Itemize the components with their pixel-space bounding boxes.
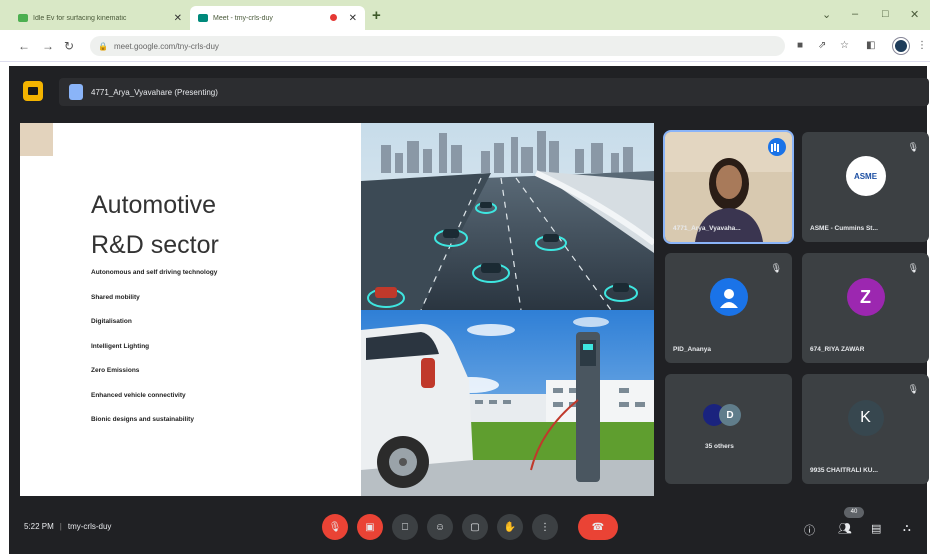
participant-tile-chaitrali[interactable]: 🎙︎ K 9935 CHAITRALI KU... — [802, 374, 929, 484]
maximize-button[interactable]: □ — [882, 8, 889, 20]
avatar: K — [847, 400, 884, 436]
meet-logo-icon — [23, 81, 43, 101]
asme-logo: ASME — [845, 156, 886, 196]
emoji-button[interactable]: ☺ — [427, 514, 453, 540]
slide-bullet: Enhanced vehicle connectivity — [91, 391, 186, 399]
participant-name: 4771_Arya_Vyavaha... — [673, 225, 741, 232]
share-icon[interactable]: ⇗ — [818, 40, 826, 51]
leave-call-button[interactable]: ☎ — [578, 514, 618, 540]
camera-toggle-button[interactable]: ▣ — [357, 514, 383, 540]
url-text: meet.google.com/tny-crls-duy — [113, 41, 219, 51]
activities-icon[interactable]: ⛬ — [903, 522, 911, 535]
slide-bullet: Intelligent Lighting — [91, 342, 150, 350]
sidebar-icon[interactable]: ◧ — [866, 40, 875, 51]
clock-time: 5:22 PM — [24, 522, 54, 531]
hand-icon: ✋ — [503, 521, 517, 533]
slide-bullet: Shared mobility — [91, 293, 140, 301]
browser-toolbar: ← → ↻ 🔒 meet.google.com/tny-crls-duy ■ ⇗… — [0, 30, 930, 62]
captions-icon: ⎕ — [402, 521, 408, 533]
avatar: Z — [846, 278, 885, 316]
meet-header: 4771_Arya_Vyavahare (Presenting) — [9, 66, 929, 116]
tab-title: Idle Ev for surfacing kinematic — [33, 14, 127, 22]
mic-off-icon: 🎙︎ — [907, 263, 919, 273]
meeting-details-icon[interactable]: ⓘ — [804, 522, 815, 538]
slide-corner-block — [20, 123, 53, 156]
menu-dots-icon[interactable]: ⋮ — [917, 40, 927, 51]
slide-title-line-1: Automotive — [91, 191, 217, 219]
participant-tile-ananya[interactable]: 🎙︎ PID_Ananya — [665, 253, 792, 363]
participant-tile-presenter[interactable]: 4771_Arya_Vyavaha... — [663, 130, 794, 244]
raise-hand-button[interactable]: ✋ — [497, 514, 523, 540]
mic-off-icon: 🎙︎ — [770, 263, 782, 273]
present-screen-icon: ▢ — [470, 521, 480, 533]
meet-favicon-icon — [198, 14, 208, 22]
meet-control-bar: 5:22 PM | tmy-crls-duy 🎙︎ ▣ ⎕ ☺ ▢ ✋ ⋮ ☎ ⓘ … — [9, 504, 927, 554]
recording-dot-icon — [330, 14, 337, 21]
close-window-button[interactable]: ✕ — [910, 8, 919, 21]
captions-button[interactable]: ⎕ — [392, 514, 418, 540]
end-call-icon: ☎ — [591, 521, 605, 533]
tab-title: Meet - tmy-crls-duy — [213, 14, 273, 22]
slide-bullet: Bionic designs and sustainability — [91, 416, 194, 423]
asme-logo-text: ASME — [853, 171, 878, 181]
slide-title: Automotive R&D sector — [91, 185, 219, 265]
participant-tile-others[interactable]: D 35 others — [665, 374, 792, 484]
back-icon[interactable]: ← — [18, 39, 30, 53]
participant-name: 9935 CHAITRALI KU... — [810, 467, 878, 474]
more-vert-icon: ⋮ — [540, 521, 550, 533]
slide-bullet: Autonomous and self driving technology — [91, 269, 218, 276]
slide-bullet: Digitalisation — [91, 318, 132, 325]
lock-icon: 🔒 — [98, 41, 108, 51]
participant-name: 35 others — [705, 443, 734, 450]
chat-icon[interactable]: ▤ — [871, 522, 881, 535]
participant-name: PID_Ananya — [673, 346, 711, 353]
mic-toggle-button[interactable]: 🎙︎ — [322, 514, 348, 540]
participant-name: ASME - Cummins St... — [810, 225, 878, 232]
reload-icon[interactable]: ↻ — [64, 39, 74, 53]
minimize-button[interactable]: – — [852, 8, 858, 20]
browser-tab-1[interactable]: Idle Ev for surfacing kinematic ✕ — [10, 6, 190, 30]
presenter-label: 4771_Arya_Vyavahare (Presenting) — [91, 87, 218, 97]
close-tab-icon[interactable]: ✕ — [174, 13, 182, 24]
participant-count-badge: 40 — [844, 507, 864, 518]
participant-name: 674_RIYA ZAWAR — [810, 346, 865, 353]
emoji-icon: ☺ — [434, 521, 446, 533]
separator: | — [59, 522, 62, 531]
meeting-code: tmy-crls-duy — [67, 522, 112, 531]
others-avatar: D — [719, 404, 741, 426]
close-tab-icon[interactable]: ✕ — [349, 13, 357, 24]
meet-window: 4771_Arya_Vyavahare (Presenting) Automot… — [9, 66, 929, 554]
autonomous-highway-image — [361, 123, 654, 310]
camera-off-icon: ▣ — [365, 521, 375, 533]
address-bar[interactable]: 🔒 meet.google.com/tny-crls-duy — [90, 36, 785, 56]
mic-off-icon: 🎙︎ — [907, 142, 919, 152]
presentation-slide: Automotive R&D sector Autonomous and sel… — [20, 123, 361, 496]
ev-charging-image — [361, 310, 654, 496]
profile-avatar[interactable] — [892, 37, 910, 55]
participant-tile-asme[interactable]: 🎙︎ ASME ASME - Cummins St... — [802, 132, 929, 242]
bookmark-star-icon[interactable]: ☆ — [840, 40, 849, 51]
browser-tab-2[interactable]: Meet - tmy-crls-duy ✕ — [190, 6, 365, 30]
present-button[interactable]: ▢ — [462, 514, 488, 540]
presenter-banner: 4771_Arya_Vyavahare (Presenting) — [59, 78, 929, 106]
forward-icon[interactable]: → — [42, 39, 54, 53]
speaking-indicator-icon — [768, 138, 786, 156]
presenter-icon — [69, 84, 83, 100]
default-person-icon — [709, 278, 748, 316]
tab-favicon-icon — [18, 14, 28, 22]
new-tab-button[interactable]: + — [372, 7, 381, 24]
browser-tab-strip: Idle Ev for surfacing kinematic ✕ Meet -… — [0, 0, 930, 30]
slide-title-line-2: R&D sector — [91, 231, 219, 259]
more-options-button[interactable]: ⋮ — [532, 514, 558, 540]
camera-icon[interactable]: ■ — [797, 40, 803, 51]
slide-bullet-list: Autonomous and self driving technology S… — [91, 269, 217, 441]
slide-bullet: Zero Emissions — [91, 367, 140, 374]
people-icon[interactable]: 👥︎ — [838, 522, 852, 535]
meeting-info: 5:22 PM | tmy-crls-duy — [24, 522, 111, 531]
participant-tile-riya[interactable]: 🎙︎ Z 674_RIYA ZAWAR — [802, 253, 929, 363]
mic-off-icon: 🎙︎ — [328, 521, 342, 533]
tab-search-icon[interactable]: ⌄ — [822, 8, 831, 21]
mic-off-icon: 🎙︎ — [907, 384, 919, 394]
